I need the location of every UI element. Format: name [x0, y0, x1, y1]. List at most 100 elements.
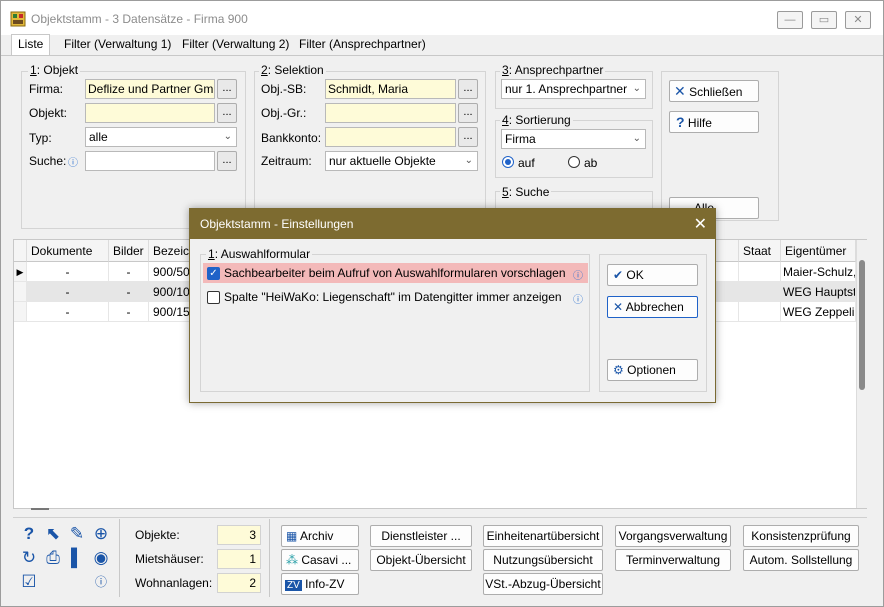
nutzung-button[interactable]: Nutzungsübersicht — [483, 549, 603, 571]
selektion-group-label: 2: Selektion — [259, 63, 326, 77]
ansprechpartner-value: nur 1. Ansprechpartner — [505, 82, 628, 96]
gear-icon: ⚙ — [613, 363, 624, 377]
termin-button[interactable]: Terminverwaltung — [615, 549, 731, 571]
ok-button[interactable]: ✔ OK — [607, 264, 698, 286]
option2-label: Spalte "HeiWaKo: Liegenschaft" im Dateng… — [224, 290, 562, 304]
firma-field[interactable]: Deflize und Partner Gml — [85, 79, 215, 99]
obj-sb-browse-button[interactable]: ... — [458, 79, 478, 99]
tab-filter-verwaltung-1[interactable]: Filter (Verwaltung 1) — [58, 35, 177, 55]
typ-label: Typ: — [29, 131, 52, 145]
suche-browse-button[interactable]: ... — [217, 151, 237, 171]
suche-label: Suche: — [29, 154, 67, 168]
archiv-label: Archiv — [300, 529, 334, 543]
pencil-icon[interactable]: ✎ — [67, 524, 87, 544]
dienstleister-button[interactable]: Dienstleister ... — [370, 525, 472, 547]
suche-field[interactable] — [85, 151, 215, 171]
objekt-group-label: 1: Objekt — [28, 63, 81, 77]
cell-dokumente: - — [27, 282, 109, 302]
hilfe-button[interactable]: ? Hilfe — [669, 111, 759, 133]
tab-filter-verwaltung-2[interactable]: Filter (Verwaltung 2) — [176, 35, 295, 55]
info-zv-button[interactable]: ZV Info-ZV — [281, 573, 359, 595]
konsistenz-button[interactable]: Konsistenzprüfung — [743, 525, 859, 547]
firma-browse-button[interactable]: ... — [217, 79, 237, 99]
casavi-button[interactable]: ⁂ Casavi ... — [281, 549, 359, 571]
refresh-icon[interactable]: ↻ — [19, 548, 39, 568]
help-icon[interactable]: ? — [19, 524, 39, 544]
col-header-staat[interactable]: Staat — [739, 240, 781, 262]
info-zv-label: Info-ZV — [305, 577, 345, 591]
sort-desc-label: ab — [584, 156, 598, 170]
ansprechpartner-select[interactable]: nur 1. Ansprechpartner ⌄ — [501, 79, 646, 99]
auswahlformular-group-label: 1: Auswahlformular — [206, 247, 313, 261]
row-selector — [14, 282, 27, 302]
obj-gr-field[interactable] — [325, 103, 456, 123]
checkbox-icon[interactable]: ☑ — [19, 572, 39, 592]
vorgang-button[interactable]: Vorgangsverwaltung — [615, 525, 731, 547]
title-bar: Objektstamm - 3 Datensätze - Firma 900 —… — [1, 1, 883, 35]
sort-asc-label: auf — [518, 156, 535, 170]
splitter-handle[interactable] — [31, 508, 49, 510]
info-icon[interactable]: ⓘ — [91, 572, 111, 592]
objekt-browse-button[interactable]: ... — [217, 103, 237, 123]
minimize-button[interactable]: — — [777, 11, 803, 29]
bankkonto-browse-button[interactable]: ... — [458, 127, 478, 147]
zeitraum-select[interactable]: nur aktuelle Objekte ⌄ — [325, 151, 478, 171]
help-icon: ? — [676, 114, 685, 130]
window-title: Objektstamm - 3 Datensätze - Firma 900 — [31, 12, 248, 26]
optionen-button[interactable]: ⚙ Optionen — [607, 359, 698, 381]
divider — [119, 519, 120, 597]
option2-checkbox[interactable] — [207, 291, 220, 304]
vertical-scrollbar[interactable] — [856, 240, 867, 508]
cell-dokumente: - — [27, 262, 109, 282]
typ-value: alle — [89, 130, 108, 144]
scrollbar-thumb[interactable] — [859, 260, 865, 390]
einheitenart-button[interactable]: Einheitenartübersicht — [483, 525, 603, 547]
info-icon[interactable]: ⓘ — [573, 267, 583, 282]
sortierung-select[interactable]: Firma ⌄ — [501, 129, 646, 149]
col-header-eigentuemer[interactable]: Eigentümer — [781, 240, 856, 262]
option2-row[interactable]: Spalte "HeiWaKo: Liegenschaft" im Dateng… — [203, 287, 588, 307]
objekt-label: Objekt: — [29, 106, 68, 120]
check-icon: ✔ — [613, 268, 624, 282]
sort-desc-radio[interactable] — [568, 156, 580, 168]
col-header-dokumente[interactable]: Dokumente — [27, 240, 109, 262]
schliessen-label: Schließen — [689, 85, 743, 99]
objekte-label: Objekte: — [135, 528, 180, 542]
schliessen-button[interactable]: ✕ Schließen — [669, 80, 759, 102]
obj-sb-field[interactable]: Schmidt, Maria — [325, 79, 456, 99]
restore-button[interactable]: ▭ — [811, 11, 837, 29]
tab-liste[interactable]: Liste — [11, 34, 51, 56]
select-cursor-icon[interactable]: ⬉ — [43, 524, 63, 544]
zeitraum-value: nur aktuelle Objekte — [329, 154, 436, 168]
option1-row[interactable]: ✓ Sachbearbeiter beim Aufruf von Auswahl… — [203, 263, 588, 283]
close-window-button[interactable]: ✕ — [845, 11, 871, 29]
info-icon[interactable]: ⓘ — [573, 291, 583, 306]
print-icon[interactable]: ⎙ — [43, 548, 63, 568]
typ-select[interactable]: alle ⌄ — [85, 127, 237, 147]
abbrechen-button[interactable]: ✕ Abbrechen — [607, 296, 698, 318]
vst-abzug-button[interactable]: VSt.-Abzug-Übersicht — [483, 573, 603, 595]
tab-divider — [1, 55, 883, 56]
dialog-title: Objektstamm - Einstellungen — [200, 217, 354, 231]
close-icon[interactable]: ✕ — [694, 214, 707, 234]
cell-staat — [739, 302, 781, 322]
info-icon[interactable]: ⓘ — [68, 154, 78, 169]
bankkonto-field[interactable] — [325, 127, 456, 147]
archiv-button[interactable]: ▦ Archiv — [281, 525, 359, 547]
cell-bilder: - — [109, 262, 149, 282]
sort-asc-radio[interactable] — [502, 156, 514, 168]
add-circle-icon[interactable]: ⊕ — [91, 524, 111, 544]
tab-filter-ansprechpartner[interactable]: Filter (Ansprechpartner) — [293, 35, 432, 55]
cell-dokumente: - — [27, 302, 109, 322]
obj-gr-browse-button[interactable]: ... — [458, 103, 478, 123]
sollstellung-button[interactable]: Autom. Sollstellung — [743, 549, 859, 571]
objekt-uebersicht-button[interactable]: Objekt-Übersicht — [370, 549, 472, 571]
office-icon[interactable]: ▌ — [67, 548, 87, 568]
settings-dialog: Objektstamm - Einstellungen ✕ 1: Auswahl… — [189, 208, 716, 403]
option1-checkbox[interactable]: ✓ — [207, 267, 220, 280]
casavi-label: Casavi ... — [301, 553, 352, 567]
col-header-bilder[interactable]: Bilder — [109, 240, 149, 262]
objekt-field[interactable] — [85, 103, 215, 123]
obj-gr-label: Obj.-Gr.: — [261, 106, 307, 120]
eye-icon[interactable]: ◉ — [91, 548, 111, 568]
